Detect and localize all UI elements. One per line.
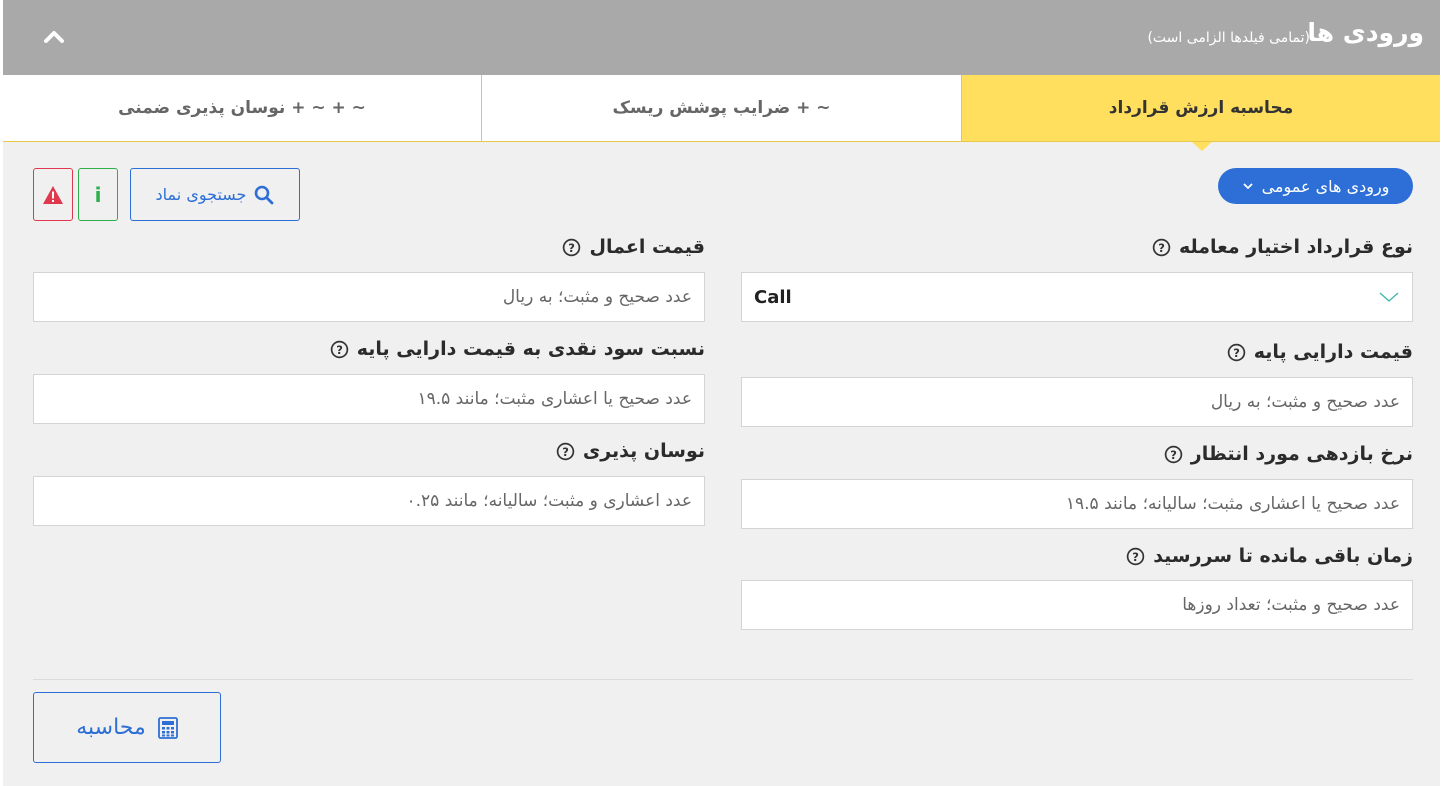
tab-hedge-ratios[interactable]: ~ + ضرایب پوشش ریسک <box>482 75 962 141</box>
tab-bar: محاسبه ارزش قرارداد ~ + ضرایب پوشش ریسک … <box>3 75 1440 142</box>
dividend-ratio-label: نسبت سود نقدی به قیمت دارایی پایه ? <box>330 338 705 360</box>
active-tab-indicator <box>1192 142 1212 151</box>
tab-contract-value[interactable]: محاسبه ارزش قرارداد <box>962 75 1440 141</box>
help-icon[interactable]: ? <box>1164 445 1183 464</box>
calculate-button[interactable]: محاسبه <box>33 692 221 763</box>
info-button[interactable]: i <box>78 168 118 221</box>
help-icon[interactable]: ? <box>1152 238 1171 257</box>
dividend-ratio-field[interactable] <box>33 374 705 424</box>
option-type-label-text: نوع قرارداد اختیار معامله <box>1178 236 1413 258</box>
svg-text:?: ? <box>569 240 576 254</box>
option-type-select[interactable]: Call <box>741 272 1413 322</box>
volatility-label: نوسان پذیری ? <box>556 440 705 462</box>
time-to-maturity-field[interactable] <box>741 580 1413 630</box>
expected-return-field[interactable] <box>741 479 1413 529</box>
expected-return-label: نرخ بازدهی مورد انتظار ? <box>1164 443 1413 465</box>
help-icon[interactable]: ? <box>330 340 349 359</box>
strike-price-field[interactable] <box>33 272 705 322</box>
svg-text:?: ? <box>562 444 569 458</box>
volatility-input[interactable] <box>46 491 692 511</box>
dividend-ratio-label-text: نسبت سود نقدی به قیمت دارایی پایه <box>356 338 705 360</box>
panel-title: ورودی ها <box>1307 18 1424 47</box>
option-type-label: نوع قرارداد اختیار معامله ? <box>1152 236 1413 258</box>
help-icon[interactable]: ? <box>1126 547 1145 566</box>
underlying-price-field[interactable] <box>741 377 1413 427</box>
svg-text:?: ? <box>1233 345 1240 359</box>
expected-return-label-text: نرخ بازدهی مورد انتظار <box>1190 443 1413 465</box>
svg-text:?: ? <box>1170 447 1177 461</box>
warning-button[interactable] <box>33 168 73 221</box>
symbol-search-button[interactable]: جستجوی نماد <box>130 168 300 221</box>
volatility-label-text: نوسان پذیری <box>582 440 705 462</box>
time-to-maturity-label-text: زمان باقی مانده تا سررسید <box>1153 545 1413 567</box>
expected-return-input[interactable] <box>754 494 1400 514</box>
calculate-label: محاسبه <box>76 715 146 740</box>
chevron-up-icon[interactable] <box>41 24 67 50</box>
help-icon[interactable]: ? <box>556 442 575 461</box>
chevron-down-icon <box>1242 183 1253 190</box>
option-type-value: Call <box>754 286 792 308</box>
symbol-search-label: جستجوی نماد <box>155 185 247 204</box>
volatility-field[interactable] <box>33 476 705 526</box>
warning-icon <box>43 185 63 204</box>
strike-price-label-text: قیمت اعمال <box>589 236 705 258</box>
chevron-down-icon <box>1379 292 1399 302</box>
required-fields-note: (تمامی فیلدها الزامی است) <box>1147 30 1310 46</box>
general-inputs-dropdown[interactable]: ورودی های عمومی <box>1218 168 1413 204</box>
calculator-panel: (تمامی فیلدها الزامی است) ورودی ها محاسب… <box>3 0 1440 786</box>
strike-price-label: قیمت اعمال ? <box>562 236 705 258</box>
strike-price-input[interactable] <box>46 287 692 307</box>
info-icon: i <box>94 182 102 207</box>
tab-implied-volatility[interactable]: ~ + ~ + نوسان پذیری ضمنی <box>3 75 482 141</box>
dividend-ratio-input[interactable] <box>46 389 692 409</box>
underlying-price-input[interactable] <box>754 392 1400 412</box>
search-icon <box>255 185 274 204</box>
underlying-price-label: قیمت دارایی پایه ? <box>1227 341 1413 363</box>
time-to-maturity-label: زمان باقی مانده تا سررسید ? <box>1126 545 1413 567</box>
underlying-price-label-text: قیمت دارایی پایه <box>1253 341 1413 363</box>
panel-header: (تمامی فیلدها الزامی است) ورودی ها <box>3 0 1440 75</box>
calculator-icon <box>157 716 178 739</box>
svg-text:?: ? <box>1158 240 1165 254</box>
svg-text:?: ? <box>1132 549 1139 563</box>
help-icon[interactable]: ? <box>562 238 581 257</box>
time-to-maturity-input[interactable] <box>754 595 1400 615</box>
general-inputs-label: ورودی های عمومی <box>1261 176 1390 196</box>
divider <box>33 679 1413 680</box>
help-icon[interactable]: ? <box>1227 343 1246 362</box>
svg-text:?: ? <box>336 342 343 356</box>
